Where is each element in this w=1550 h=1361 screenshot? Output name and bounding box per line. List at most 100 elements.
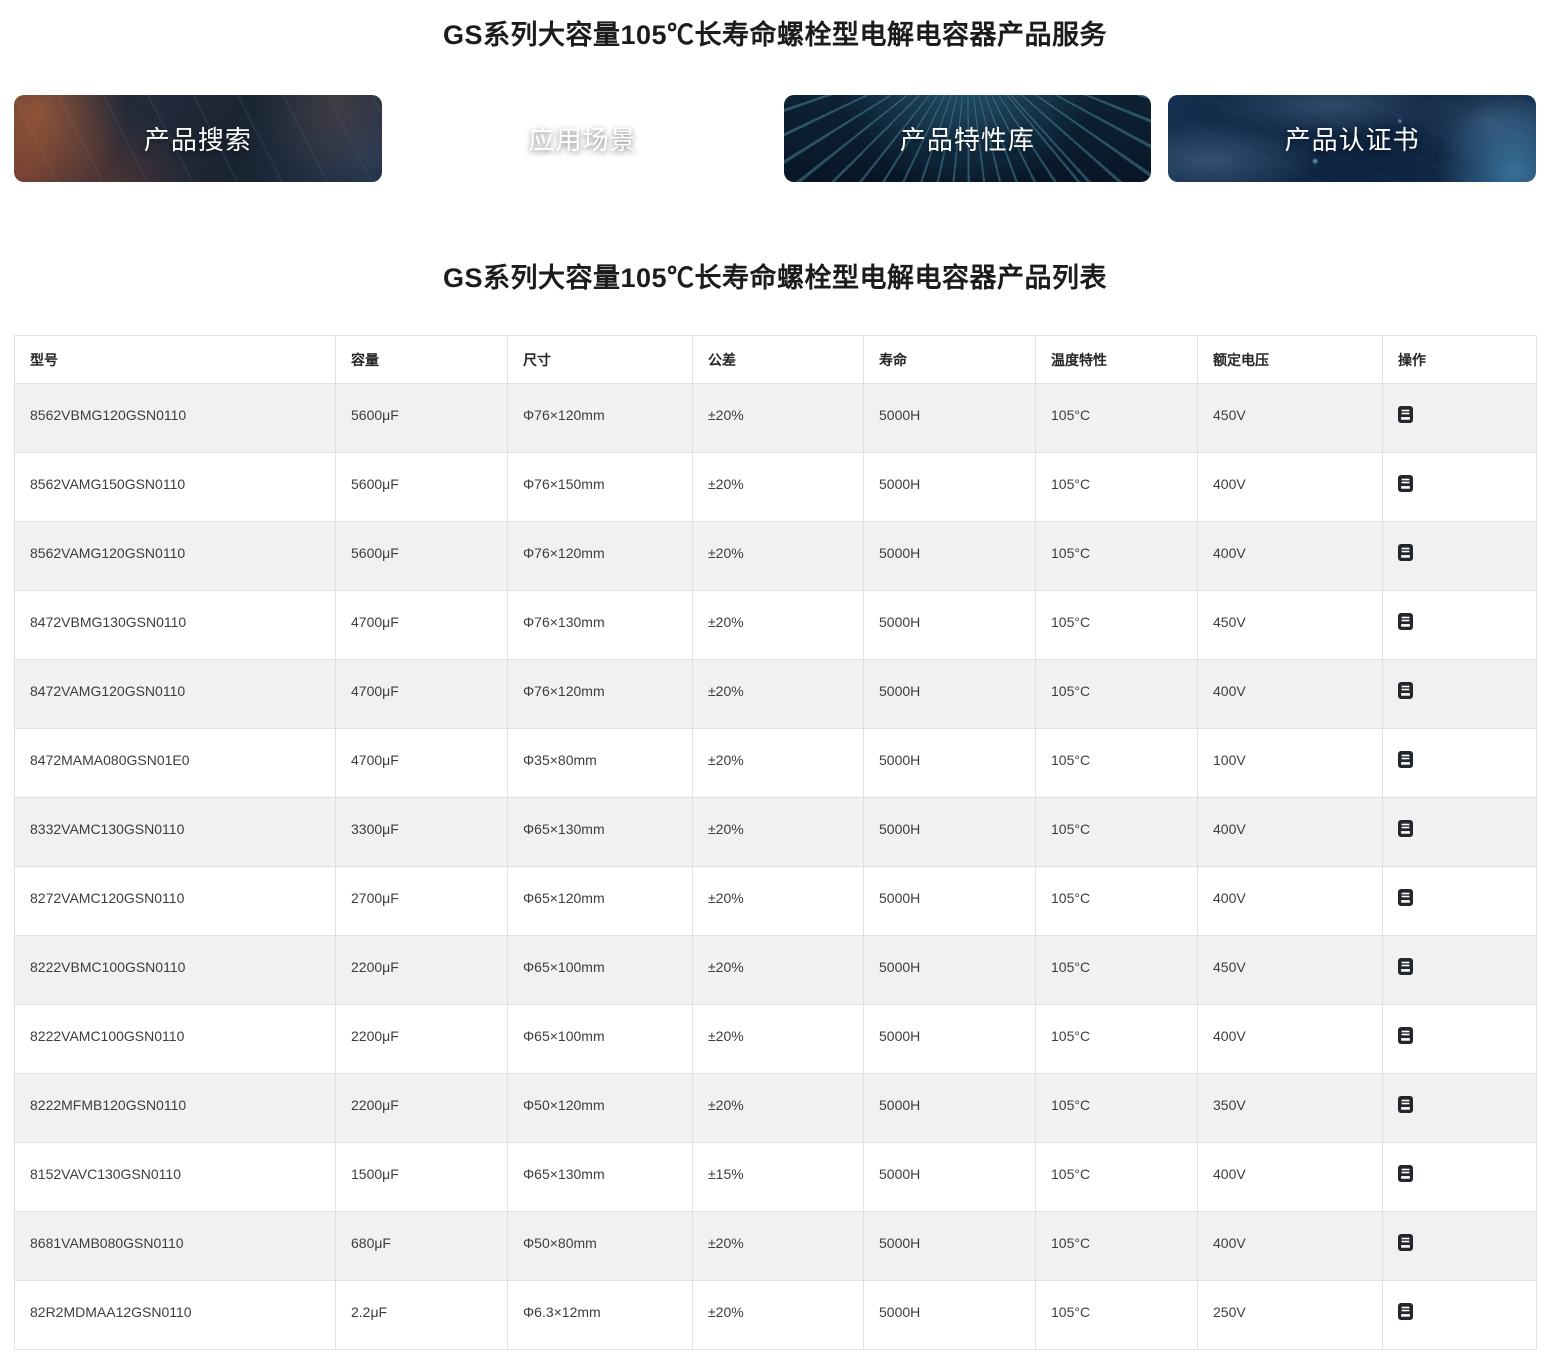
view-datasheet-button[interactable] [1398,406,1413,423]
table-body: 8562VBMG120GSN01105600μFΦ76×120mm±20%500… [15,384,1537,1350]
cell-size: Φ6.3×12mm [508,1281,693,1350]
cell-temperature: 105°C [1036,1281,1198,1350]
cell-model: 8222VBMC100GSN0110 [15,936,336,1005]
datasheet-icon [1398,1303,1413,1320]
cell-action [1383,867,1537,936]
cell-tolerance: ±20% [693,936,864,1005]
cell-tolerance: ±15% [693,1143,864,1212]
cell-action [1383,1281,1537,1350]
cell-model: 8472MAMA080GSN01E0 [15,729,336,798]
cell-tolerance: ±20% [693,591,864,660]
cell-lifetime: 5000H [864,1212,1036,1281]
cell-size: Φ35×80mm [508,729,693,798]
col-header-tolerance: 公差 [693,336,864,384]
cell-temperature: 105°C [1036,453,1198,522]
cell-voltage: 250V [1198,1281,1383,1350]
table-row: 8472MAMA080GSN01E04700μFΦ35×80mm±20%5000… [15,729,1537,798]
view-datasheet-button[interactable] [1398,1165,1413,1182]
datasheet-icon [1398,958,1413,975]
product-list-title: GS系列大容量105℃长寿命螺栓型电解电容器产品列表 [0,256,1550,295]
datasheet-icon [1398,406,1413,423]
cell-temperature: 105°C [1036,1005,1198,1074]
col-header-lifetime: 寿命 [864,336,1036,384]
cell-capacity: 680μF [336,1212,508,1281]
cell-lifetime: 5000H [864,453,1036,522]
cell-temperature: 105°C [1036,1143,1198,1212]
col-header-temperature: 温度特性 [1036,336,1198,384]
cell-voltage: 400V [1198,867,1383,936]
table-row: 8681VAMB080GSN0110680μFΦ50×80mm±20%5000H… [15,1212,1537,1281]
cell-model: 8472VBMG130GSN0110 [15,591,336,660]
view-datasheet-button[interactable] [1398,613,1413,630]
cell-action [1383,936,1537,1005]
cell-tolerance: ±20% [693,1005,864,1074]
view-datasheet-button[interactable] [1398,889,1413,906]
cell-voltage: 400V [1198,660,1383,729]
cell-lifetime: 5000H [864,384,1036,453]
cell-capacity: 2700μF [336,867,508,936]
cell-action [1383,1074,1537,1143]
cell-temperature: 105°C [1036,384,1198,453]
cell-capacity: 5600μF [336,384,508,453]
col-header-size: 尺寸 [508,336,693,384]
cell-voltage: 400V [1198,1005,1383,1074]
table-row: 8152VAVC130GSN01101500μFΦ65×130mm±15%500… [15,1143,1537,1212]
table-row: 8222VBMC100GSN01102200μFΦ65×100mm±20%500… [15,936,1537,1005]
nav-cards: 产品搜索 应用场景 产品特性库 产品认证书 [0,95,1550,182]
cell-voltage: 450V [1198,591,1383,660]
cell-tolerance: ±20% [693,384,864,453]
cell-lifetime: 5000H [864,1281,1036,1350]
cell-tolerance: ±20% [693,660,864,729]
nav-card-product-certificates[interactable]: 产品认证书 [1168,95,1536,182]
table-row: 8222MFMB120GSN01102200μFΦ50×120mm±20%500… [15,1074,1537,1143]
cell-size: Φ65×130mm [508,1143,693,1212]
cell-tolerance: ±20% [693,1281,864,1350]
cell-size: Φ65×120mm [508,867,693,936]
cell-capacity: 5600μF [336,522,508,591]
table-row: 8472VBMG130GSN01104700μFΦ76×130mm±20%500… [15,591,1537,660]
view-datasheet-button[interactable] [1398,475,1413,492]
view-datasheet-button[interactable] [1398,1234,1413,1251]
nav-card-product-characteristics[interactable]: 产品特性库 [784,95,1152,182]
cell-lifetime: 5000H [864,867,1036,936]
cell-tolerance: ±20% [693,453,864,522]
cell-lifetime: 5000H [864,522,1036,591]
cell-tolerance: ±20% [693,1074,864,1143]
datasheet-icon [1398,682,1413,699]
view-datasheet-button[interactable] [1398,958,1413,975]
cell-voltage: 400V [1198,1212,1383,1281]
product-table: 型号 容量 尺寸 公差 寿命 温度特性 额定电压 操作 8562VBMG120G… [14,335,1537,1350]
cell-model: 8562VBMG120GSN0110 [15,384,336,453]
datasheet-icon [1398,1027,1413,1044]
cell-lifetime: 5000H [864,1005,1036,1074]
view-datasheet-button[interactable] [1398,751,1413,768]
cell-model: 82R2MDMAA12GSN0110 [15,1281,336,1350]
view-datasheet-button[interactable] [1398,1096,1413,1113]
cell-size: Φ76×120mm [508,522,693,591]
cell-lifetime: 5000H [864,660,1036,729]
cell-action [1383,1005,1537,1074]
cell-size: Φ65×130mm [508,798,693,867]
view-datasheet-button[interactable] [1398,820,1413,837]
nav-card-application-scenarios[interactable]: 应用场景 [399,95,767,182]
cell-tolerance: ±20% [693,867,864,936]
cell-capacity: 2200μF [336,936,508,1005]
nav-card-product-search-label: 产品搜索 [144,120,252,157]
table-header-row: 型号 容量 尺寸 公差 寿命 温度特性 额定电压 操作 [15,336,1537,384]
cell-model: 8152VAVC130GSN0110 [15,1143,336,1212]
datasheet-icon [1398,889,1413,906]
cell-action [1383,591,1537,660]
product-table-wrap: 型号 容量 尺寸 公差 寿命 温度特性 额定电压 操作 8562VBMG120G… [14,335,1536,1350]
cell-tolerance: ±20% [693,798,864,867]
datasheet-icon [1398,751,1413,768]
cell-model: 8562VAMG150GSN0110 [15,453,336,522]
cell-size: Φ76×130mm [508,591,693,660]
datasheet-icon [1398,1096,1413,1113]
view-datasheet-button[interactable] [1398,1027,1413,1044]
table-row: 8562VAMG150GSN01105600μFΦ76×150mm±20%500… [15,453,1537,522]
view-datasheet-button[interactable] [1398,682,1413,699]
view-datasheet-button[interactable] [1398,544,1413,561]
view-datasheet-button[interactable] [1398,1303,1413,1320]
nav-card-product-search[interactable]: 产品搜索 [14,95,382,182]
datasheet-icon [1398,613,1413,630]
